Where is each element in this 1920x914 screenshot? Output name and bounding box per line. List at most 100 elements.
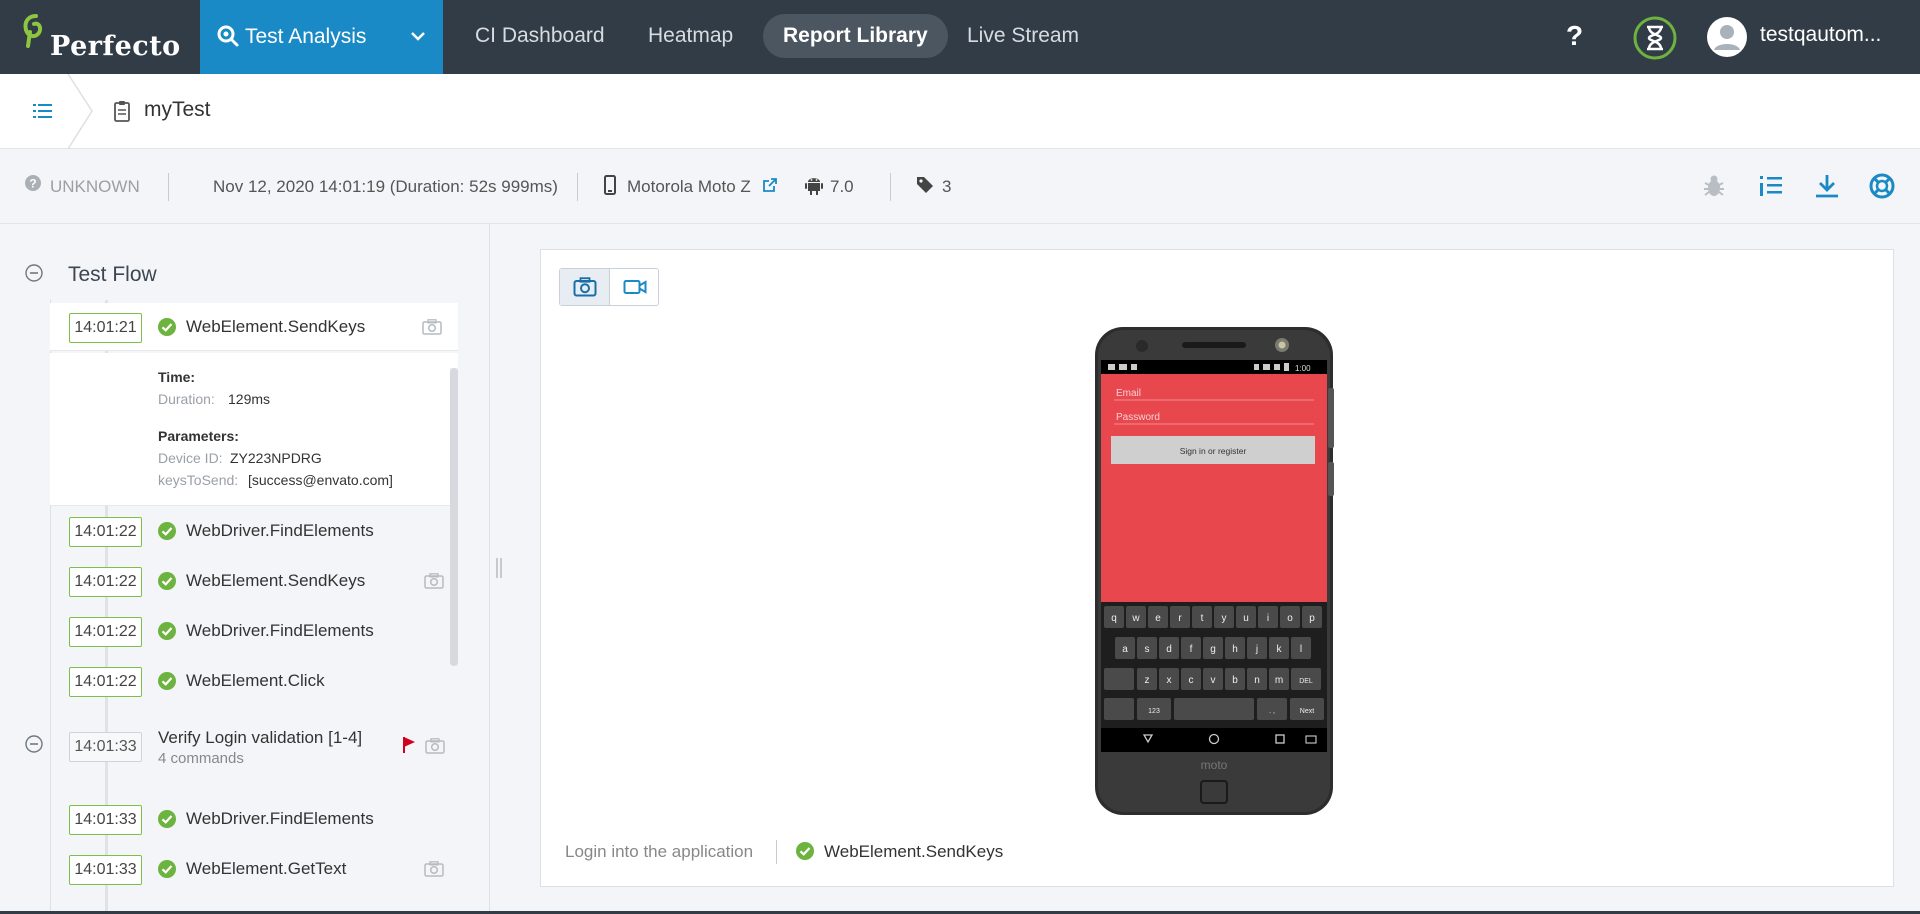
tags-count[interactable]: 3 bbox=[942, 177, 951, 197]
camera-icon[interactable] bbox=[422, 319, 442, 335]
check-circle-icon bbox=[158, 572, 176, 590]
scrollbar-thumb[interactable] bbox=[450, 368, 458, 666]
hourglass-timer-icon[interactable] bbox=[1633, 16, 1677, 60]
keyboard-key bbox=[1104, 668, 1134, 690]
keyboard-key bbox=[1174, 698, 1254, 720]
check-circle-icon bbox=[158, 810, 176, 828]
keyboard-key-label: m bbox=[1275, 675, 1283, 686]
divider bbox=[776, 840, 777, 864]
duration-value: 129ms bbox=[228, 391, 271, 407]
keyboard-key bbox=[1104, 698, 1134, 720]
current-command: WebElement.SendKeys bbox=[824, 842, 1004, 861]
nav-report-library[interactable]: Report Library bbox=[763, 14, 948, 58]
support-lifebuoy-icon[interactable] bbox=[1869, 173, 1895, 199]
camera-icon[interactable] bbox=[424, 861, 444, 877]
device-clock: 1:00 bbox=[1295, 364, 1311, 373]
status-badge: UNKNOWN bbox=[50, 177, 140, 196]
nav-ci-dashboard[interactable]: CI Dashboard bbox=[455, 14, 625, 58]
keyboard-key-label: v bbox=[1211, 675, 1216, 686]
command-time: 14:01:21 bbox=[69, 313, 142, 343]
keyboard-key-punct: . , bbox=[1269, 708, 1275, 715]
email-field: Email bbox=[1116, 388, 1141, 399]
media-toggle bbox=[559, 268, 659, 306]
keyboard-key-del: DEL bbox=[1299, 678, 1313, 685]
command-time: 14:01:33 bbox=[69, 855, 142, 885]
step-caption: Login into the application bbox=[565, 842, 754, 861]
keys-value: [success@envato.com] bbox=[248, 472, 393, 488]
command-time: 14:01:22 bbox=[69, 667, 142, 697]
collapse-icon[interactable] bbox=[25, 735, 43, 753]
keyboard-key-label: x bbox=[1167, 675, 1172, 686]
help-button[interactable]: ? bbox=[1566, 20, 1583, 52]
device-screenshot[interactable]: 1:00 Email Password Sign in or register … bbox=[1094, 326, 1334, 816]
clipboard-icon bbox=[114, 101, 130, 122]
check-circle-icon bbox=[796, 842, 814, 860]
breadcrumb-separator bbox=[67, 74, 93, 149]
keyboard-key-label: j bbox=[1255, 644, 1258, 655]
command-details: Time: Duration: 129ms Parameters: Device… bbox=[50, 353, 458, 506]
parameters-label: Parameters: bbox=[158, 428, 239, 444]
command-row[interactable]: 14:01:22 WebDriver.FindElements bbox=[50, 507, 458, 555]
username[interactable]: testqautom... bbox=[1760, 23, 1910, 47]
step-group[interactable]: 14:01:33 Verify Login validation [1-4] 4… bbox=[0, 722, 489, 782]
command-name: WebElement.GetText bbox=[186, 859, 347, 878]
command-row[interactable]: 14:01:33 WebDriver.FindElements bbox=[50, 795, 458, 843]
test-analysis-icon bbox=[217, 25, 239, 47]
command-row[interactable]: 14:01:22 WebElement.SendKeys bbox=[50, 557, 458, 605]
page-title: myTest bbox=[144, 98, 211, 121]
keyboard-key-label: a bbox=[1122, 644, 1128, 655]
nav-live-stream[interactable]: Live Stream bbox=[947, 14, 1099, 58]
bug-icon[interactable] bbox=[1701, 173, 1727, 199]
unknown-status-icon: ? bbox=[25, 175, 41, 191]
keyboard-key-label: i bbox=[1267, 613, 1269, 624]
breadcrumb: myTest bbox=[0, 74, 1920, 149]
keyboard-key-label: w bbox=[1131, 613, 1140, 624]
panel-resize-handle[interactable] bbox=[495, 556, 503, 580]
mobile-device-icon bbox=[604, 175, 616, 195]
list-icon[interactable] bbox=[33, 102, 53, 120]
test-datetime: Nov 12, 2020 14:01:19 (Duration: 52s 999… bbox=[213, 177, 558, 196]
command-name: WebDriver.FindElements bbox=[186, 521, 374, 540]
command-name: WebDriver.FindElements bbox=[186, 621, 374, 640]
command-row[interactable]: 14:01:33 WebElement.GetText bbox=[50, 845, 458, 893]
download-icon[interactable] bbox=[1814, 173, 1840, 199]
keyboard-key-label: t bbox=[1201, 613, 1204, 624]
signin-button: Sign in or register bbox=[1180, 446, 1247, 456]
check-circle-icon bbox=[158, 672, 176, 690]
command-row[interactable]: 14:01:22 WebDriver.FindElements bbox=[50, 607, 458, 655]
test-flow-header[interactable]: Test Flow bbox=[0, 260, 489, 300]
flag-icon bbox=[403, 737, 415, 753]
keyboard-key-next: Next bbox=[1300, 708, 1314, 715]
password-field: Password bbox=[1116, 412, 1160, 423]
external-link-icon[interactable] bbox=[762, 177, 778, 193]
nav-heatmap[interactable]: Heatmap bbox=[628, 14, 753, 58]
camera-icon[interactable] bbox=[425, 738, 445, 754]
product-switcher[interactable]: Test Analysis bbox=[200, 0, 443, 74]
execution-list-icon[interactable] bbox=[1758, 173, 1784, 199]
keyboard-key-label: u bbox=[1243, 613, 1249, 624]
test-info-bar: ? UNKNOWN Nov 12, 2020 14:01:19 (Duratio… bbox=[0, 149, 1920, 224]
camera-icon[interactable] bbox=[424, 573, 444, 589]
keyboard-key-label: f bbox=[1190, 644, 1193, 655]
command-row[interactable]: 14:01:21 WebElement.SendKeys bbox=[50, 303, 458, 351]
keys-label: keysToSend: bbox=[158, 472, 239, 488]
brand-name: Perfecto bbox=[50, 31, 181, 62]
os-version: 7.0 bbox=[830, 177, 854, 196]
check-circle-icon bbox=[158, 318, 176, 336]
user-avatar-icon[interactable] bbox=[1706, 16, 1748, 58]
camera-icon bbox=[573, 277, 597, 297]
perfecto-leaf-icon bbox=[23, 14, 43, 48]
test-flow-title: Test Flow bbox=[68, 263, 157, 286]
collapse-icon[interactable] bbox=[25, 264, 43, 282]
keyboard-key-label: h bbox=[1232, 644, 1238, 655]
keyboard-key-label: s bbox=[1145, 644, 1150, 655]
test-flow-panel: Test Flow 14:01:21 WebElement.SendKeys T… bbox=[0, 224, 490, 914]
video-mode-button[interactable] bbox=[610, 269, 660, 305]
perfecto-logo[interactable]: Perfecto bbox=[22, 12, 182, 62]
command-time: 14:01:22 bbox=[69, 517, 142, 547]
top-nav-bar: Perfecto Test Analysis CI Dashboard Heat… bbox=[0, 0, 1920, 74]
command-row[interactable]: 14:01:22 WebElement.Click bbox=[50, 657, 458, 705]
check-circle-icon bbox=[158, 622, 176, 640]
screenshot-mode-button[interactable] bbox=[560, 269, 610, 305]
keyboard-key-label: g bbox=[1210, 644, 1216, 655]
